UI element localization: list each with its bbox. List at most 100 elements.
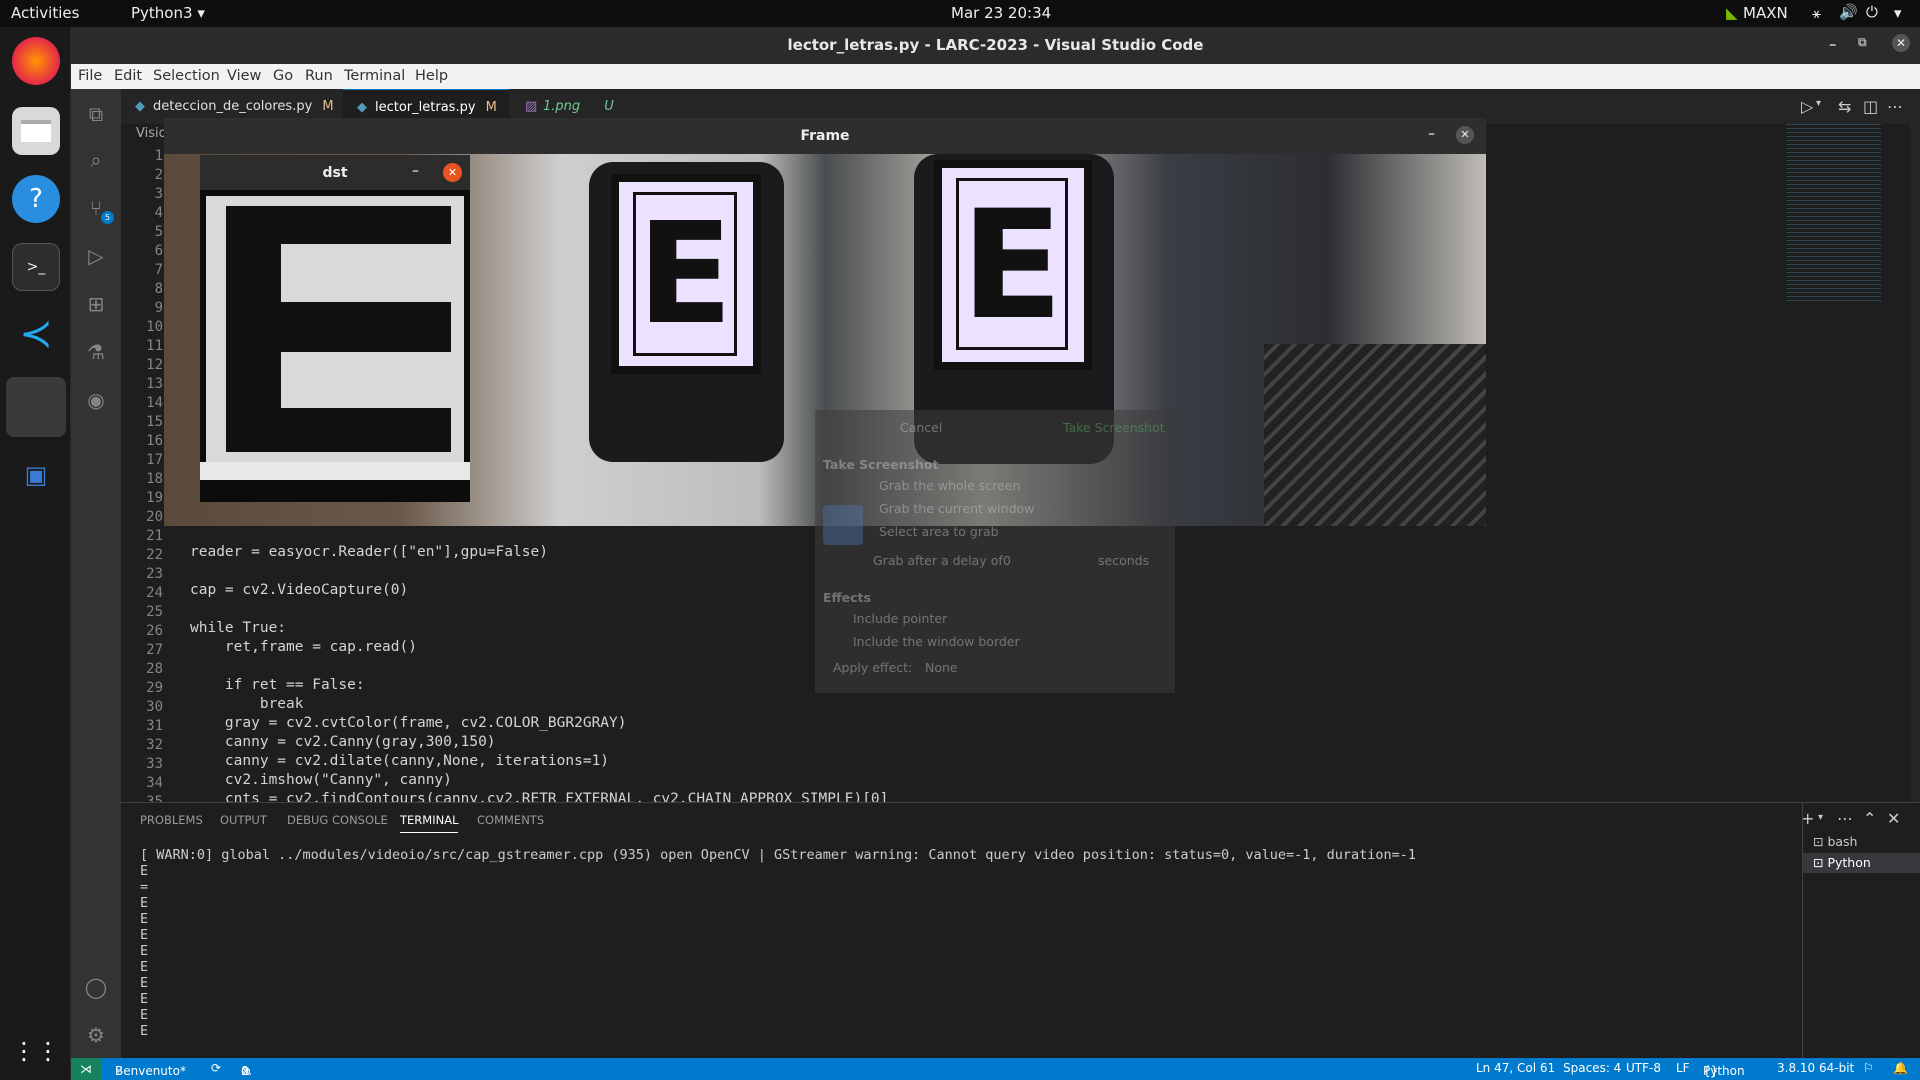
account-icon[interactable]: ◯ <box>83 974 109 1000</box>
terminal-item-bash[interactable]: ⊡ bash <box>1813 834 1857 849</box>
screenshot-opt3[interactable]: Select area to grab <box>879 524 999 539</box>
remote-icon[interactable]: ⋊ <box>71 1058 101 1080</box>
code-line[interactable]: ret,frame = cap.read() <box>190 639 417 655</box>
screenshot-apply-select[interactable]: None <box>925 660 958 675</box>
menu-help[interactable]: Help <box>415 68 448 84</box>
open-changes-icon[interactable]: ⇆ <box>1838 97 1851 116</box>
encoding[interactable]: UTF-8 <box>1626 1061 1661 1075</box>
folder-shape <box>21 120 51 142</box>
line-number: 22 <box>146 547 163 563</box>
help-icon[interactable]: ? <box>12 175 60 223</box>
code-line[interactable]: gray = cv2.cvtColor(frame, cv2.COLOR_BGR… <box>190 715 627 731</box>
clock[interactable]: Mar 23 20:34 <box>951 4 1051 22</box>
app-menu[interactable]: Python3 ▾ <box>131 4 205 22</box>
minimap[interactable] <box>1786 124 1881 304</box>
run-debug-icon[interactable]: ▷ <box>83 243 109 269</box>
dst-minimize-icon[interactable]: – <box>412 163 419 179</box>
code-line[interactable]: canny = cv2.dilate(canny,None, iteration… <box>190 753 609 769</box>
line-number: 21 <box>146 528 163 544</box>
line-number: 18 <box>146 471 163 487</box>
screenshot-border[interactable]: Include the window border <box>853 634 1020 649</box>
settings-gear-icon[interactable]: ⚙ <box>83 1022 109 1048</box>
menu-selection[interactable]: Selection <box>153 68 220 84</box>
line-number: 33 <box>146 756 163 772</box>
activities-button[interactable]: Activities <box>11 4 79 22</box>
terminal-line: E <box>140 959 149 975</box>
code-line[interactable]: canny = cv2.Canny(gray,300,150) <box>190 734 496 750</box>
power-icon[interactable]: ⏻ <box>1866 3 1878 21</box>
code-line[interactable]: break <box>190 696 304 712</box>
screenshot-opt1[interactable]: Grab the whole screen <box>879 478 1020 493</box>
code-line[interactable]: cv2.imshow("Canny", canny) <box>190 772 452 788</box>
panel-tab-output[interactable]: OUTPUT <box>220 813 267 827</box>
power-mode-label[interactable]: MAXN <box>1743 4 1788 22</box>
screenshot-opt2[interactable]: Grab the current window <box>879 501 1034 516</box>
explorer-icon[interactable]: ⧉ <box>83 101 109 127</box>
line-number: 31 <box>146 718 163 734</box>
run-dropdown-chevron-icon[interactable]: ▾ <box>1816 98 1821 109</box>
active-app-icon[interactable] <box>6 377 66 437</box>
panel-tab-debug[interactable]: DEBUG CONSOLE <box>287 813 388 827</box>
more-actions-icon[interactable]: ⋯ <box>1887 97 1903 116</box>
menu-edit[interactable]: Edit <box>114 68 142 84</box>
close-icon[interactable]: ✕ <box>1892 34 1910 52</box>
search-icon[interactable]: ⌕ <box>83 147 109 173</box>
indentation[interactable]: Spaces: 4 <box>1563 1061 1621 1075</box>
terminal-line: [ WARN:0] global ../modules/videoio/src/… <box>140 847 1417 863</box>
frame-close-icon[interactable]: ✕ <box>1456 126 1474 144</box>
dst-window-titlebar[interactable]: dst – ✕ <box>200 155 470 190</box>
system-menu-chevron-icon[interactable]: ▾ <box>1894 4 1902 22</box>
menu-terminal[interactable]: Terminal <box>344 68 405 84</box>
testing-icon[interactable]: ⚗ <box>83 339 109 365</box>
editor-scrollbar[interactable] <box>1910 124 1920 802</box>
code-line[interactable]: while True: <box>190 620 286 636</box>
interpreter[interactable]: 3.8.10 64-bit <box>1777 1061 1854 1075</box>
tab-label: lector_letras.py <box>375 100 476 115</box>
panel-tab-problems[interactable]: PROBLEMS <box>140 813 203 827</box>
show-apps-icon[interactable]: ⋮⋮ <box>12 1027 60 1075</box>
dst-close-icon[interactable]: ✕ <box>443 163 462 182</box>
volume-icon[interactable]: 🔊 <box>1839 3 1858 21</box>
menu-bar: File Edit Selection View Go Run Terminal… <box>71 64 1920 89</box>
bottom-panel: PROBLEMS OUTPUT DEBUG CONSOLE TERMINAL C… <box>121 802 1920 1059</box>
vscode-icon[interactable]: ≺ <box>12 310 60 358</box>
panel-tab-comments[interactable]: COMMENTS <box>477 813 544 827</box>
terminal-output[interactable]: [ WARN:0] global ../modules/videoio/src/… <box>140 847 1416 1039</box>
code-line[interactable]: if ret == False: <box>190 677 365 693</box>
run-file-icon[interactable]: ▷ <box>1801 97 1813 116</box>
files-icon[interactable] <box>12 107 60 155</box>
github-icon[interactable]: ◉ <box>83 387 109 413</box>
feedback-icon[interactable]: ⚐ <box>1863 1061 1874 1075</box>
screenshot-pointer[interactable]: Include pointer <box>853 611 947 626</box>
dst-image <box>200 190 470 502</box>
terminal-item-python[interactable]: ⊡ Python <box>1803 853 1920 873</box>
cursor-position[interactable]: Ln 47, Col 61 <box>1476 1061 1555 1075</box>
frame-window-titlebar[interactable]: Frame – ✕ <box>164 118 1486 154</box>
notifications-bell-icon[interactable]: 🔔 <box>1893 1061 1908 1075</box>
code-line[interactable]: reader = easyocr.Reader(["en"],gpu=False… <box>190 544 548 560</box>
screenshot-take[interactable]: Take Screenshot <box>1063 420 1165 435</box>
network-icon[interactable]: ⚹ <box>1812 4 1821 22</box>
code-line[interactable]: cap = cv2.VideoCapture(0) <box>190 582 408 598</box>
minimize-icon[interactable]: – <box>1829 35 1837 53</box>
terminal-line: = <box>140 879 149 895</box>
line-number: 24 <box>146 585 163 601</box>
frame-minimize-icon[interactable]: – <box>1428 126 1435 142</box>
menu-run[interactable]: Run <box>305 68 333 84</box>
extensions-icon[interactable]: ⊞ <box>83 291 109 317</box>
menu-file[interactable]: File <box>78 68 102 84</box>
sync-icon[interactable]: ⟳ <box>211 1061 221 1075</box>
eol[interactable]: LF <box>1676 1061 1690 1075</box>
screenshot-delay-input[interactable]: 0 <box>1003 553 1011 568</box>
split-editor-icon[interactable]: ◫ <box>1863 97 1878 116</box>
panel-tab-terminal[interactable]: TERMINAL <box>400 813 459 833</box>
menu-view[interactable]: View <box>227 68 261 84</box>
screenshot-cancel[interactable]: Cancel <box>900 420 942 435</box>
window-icon[interactable]: ▣ <box>12 451 60 499</box>
firefox-icon[interactable] <box>12 37 60 85</box>
line-number: 20 <box>146 509 163 525</box>
menu-go[interactable]: Go <box>273 68 293 84</box>
terminal-icon[interactable]: >_ <box>12 243 60 291</box>
breadcrumb[interactable]: Visio <box>136 126 167 141</box>
restore-icon[interactable]: ⧉ <box>1858 35 1867 50</box>
